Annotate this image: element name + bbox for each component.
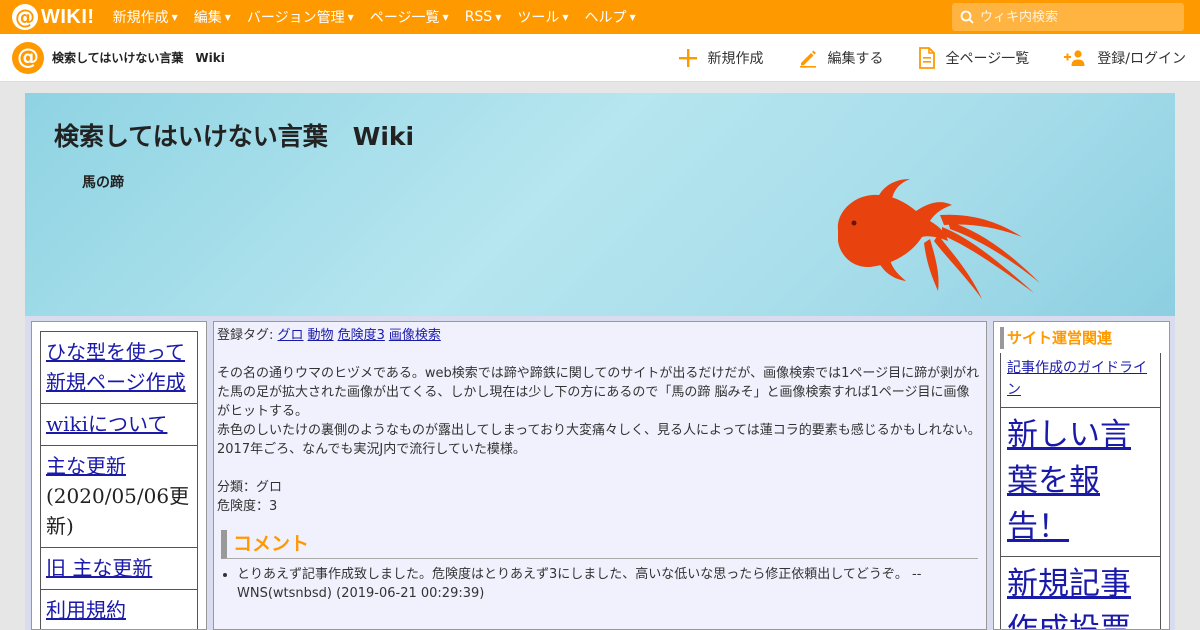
comment-heading: コメント	[221, 530, 978, 559]
site-actions: 新規作成 編集する 全ページ一覧 登録/ログイン	[644, 34, 1186, 82]
new-page-label: 新規作成	[707, 51, 764, 67]
site-header-bar: @ 検索してはいけない言葉 Wiki 新規作成 編集する 全ページ一覧 登録/ロ…	[0, 34, 1200, 82]
right-menu-item: 記事作成のガイドライン	[1000, 353, 1161, 408]
topnav-pages[interactable]: ページ一覧 ▼	[370, 7, 449, 27]
edit-button[interactable]: 編集する	[798, 48, 884, 68]
left-sidebar: ひな型を使って新規ページ作成 wikiについて 主な更新 (2020/05/06更…	[31, 321, 207, 630]
topnav-rss[interactable]: RSS ▼	[465, 9, 502, 25]
tag-link[interactable]: 画像検索	[389, 328, 441, 343]
sidebar-link-template-new-page[interactable]: ひな型を使って新規ページ作成	[46, 340, 186, 394]
sidebar-item: 利用規約	[40, 590, 198, 629]
caret-down-icon: ▼	[562, 12, 569, 22]
register-login-button[interactable]: 登録/ログイン	[1063, 48, 1186, 68]
sidebar-item: wikiについて	[40, 404, 198, 446]
tag-link[interactable]: 動物	[308, 328, 334, 343]
site-admin-heading: サイト運営関連	[1000, 327, 1161, 349]
report-new-word-link[interactable]: 新しい言葉を報告！	[1007, 417, 1131, 545]
tag-link[interactable]: 危険度3	[338, 328, 385, 343]
new-page-button[interactable]: 新規作成	[678, 48, 764, 68]
topnav-edit[interactable]: 編集 ▼	[194, 7, 231, 27]
logo-text: WIKI!	[41, 5, 95, 28]
main-article: 登録タグ: グロ 動物 危険度3 画像検索 その名の通りウマのヒヅメである。web検索…	[213, 321, 987, 630]
article-meta: 分類：グロ 危険度：3	[217, 478, 982, 516]
right-sidebar: サイト運営関連 記事作成のガイドライン 新しい言葉を報告！ 新規記事作成投票	[993, 321, 1170, 630]
topnav-new[interactable]: 新規作成 ▼	[113, 7, 178, 27]
article-paragraph: 赤色のしいたけの裏側のようなものが露出してしまっており大変痛々しく、見る人によっ…	[217, 423, 981, 438]
topnav-label: 新規作成	[112, 10, 169, 26]
all-pages-button[interactable]: 全ページ一覧	[918, 47, 1030, 69]
topnav-version[interactable]: バージョン管理 ▼	[247, 7, 354, 27]
caret-down-icon: ▼	[224, 12, 231, 22]
search-input[interactable]	[980, 9, 1170, 25]
new-article-vote-link[interactable]: 新規記事作成投票	[1007, 566, 1131, 629]
top-nav: 新規作成 ▼ 編集 ▼ バージョン管理 ▼ ページ一覧 ▼ RSS ▼ ツール ▼ ヘルプ ▼	[113, 0, 652, 34]
banner-site-title[interactable]: 検索してはいけない言葉 Wiki	[54, 117, 414, 153]
caret-down-icon: ▼	[442, 12, 449, 22]
page-title: 馬の蹄	[82, 175, 124, 191]
topnav-tools[interactable]: ツール ▼	[517, 7, 568, 27]
plus-icon	[678, 49, 697, 67]
caret-down-icon: ▼	[495, 12, 502, 22]
sidebar-item: ひな型を使って新規ページ作成	[40, 331, 198, 404]
article-body: その名の通りウマのヒヅメである。web検索では蹄や蹄鉄に関してのサイトが出るだけ…	[217, 364, 982, 459]
topnav-label: ツール	[517, 10, 560, 26]
comment-item: とりあえず記事作成致しました。危険度はとりあえず3にしました、高いな低いな思った…	[237, 565, 982, 603]
caret-down-icon: ▼	[347, 12, 354, 22]
sidebar-link-about-wiki[interactable]: wikiについて	[46, 412, 167, 436]
wiki-search	[952, 3, 1184, 31]
sidebar-link-old-updates[interactable]: 旧 主な更新	[46, 556, 152, 580]
topnav-label: 編集	[193, 10, 222, 26]
pencil-icon	[799, 50, 816, 68]
register-login-label: 登録/ログイン	[1097, 51, 1186, 67]
edit-label: 編集する	[827, 51, 884, 67]
search-icon	[960, 10, 974, 24]
tags-label: 登録タグ:	[217, 328, 274, 343]
category-text: 分類：グロ	[217, 480, 283, 495]
caret-down-icon: ▼	[171, 12, 178, 22]
article-paragraph: 2017年ごろ、なんでも実況J内で流行していた模様。	[217, 442, 526, 457]
topnav-label: ページ一覧	[369, 10, 440, 26]
caret-down-icon: ▼	[629, 12, 636, 22]
guideline-link[interactable]: 記事作成のガイドライン	[1007, 360, 1147, 398]
atwiki-logo-icon[interactable]: @	[12, 41, 44, 74]
goldfish-icon	[837, 179, 1040, 299]
user-add-icon	[1064, 50, 1085, 66]
sidebar-link-terms[interactable]: 利用規約	[46, 598, 126, 622]
sidebar-item: 主な更新 (2020/05/06更新)	[40, 446, 198, 548]
sidebar-item: 旧 主な更新	[40, 548, 198, 590]
topnav-help[interactable]: ヘルプ ▼	[585, 7, 636, 27]
topnav-label: RSS	[464, 9, 493, 25]
document-icon	[918, 47, 935, 69]
top-bar: @ WIKI! 新規作成 ▼ 編集 ▼ バージョン管理 ▼ ページ一覧 ▼ RSS ▼ ツ…	[0, 0, 1200, 34]
atwiki-logo[interactable]: @ WIKI!	[12, 0, 95, 34]
right-menu-item: 新規記事作成投票	[1000, 557, 1161, 629]
at-mark-icon: @	[12, 4, 38, 30]
sidebar-update-date: (2020/05/06更新)	[46, 484, 190, 538]
danger-level-text: 危険度：3	[217, 499, 278, 514]
tag-link[interactable]: グロ	[278, 328, 304, 343]
topnav-label: ヘルプ	[584, 10, 627, 26]
all-pages-label: 全ページ一覧	[945, 51, 1030, 67]
topnav-label: バージョン管理	[246, 10, 345, 26]
site-banner: 検索してはいけない言葉 Wiki 馬の蹄	[25, 93, 1175, 316]
sidebar-link-main-updates[interactable]: 主な更新	[46, 454, 126, 478]
comment-list: とりあえず記事作成致しました。危険度はとりあえず3にしました、高いな低いな思った…	[237, 565, 982, 603]
right-menu-item: 新しい言葉を報告！	[1000, 408, 1161, 557]
tag-list: 登録タグ: グロ 動物 危険度3 画像検索	[217, 326, 982, 345]
article-paragraph: その名の通りウマのヒヅメである。web検索では蹄や蹄鉄に関してのサイトが出るだけ…	[217, 366, 980, 419]
site-title-small[interactable]: 検索してはいけない言葉 Wiki	[52, 49, 225, 66]
